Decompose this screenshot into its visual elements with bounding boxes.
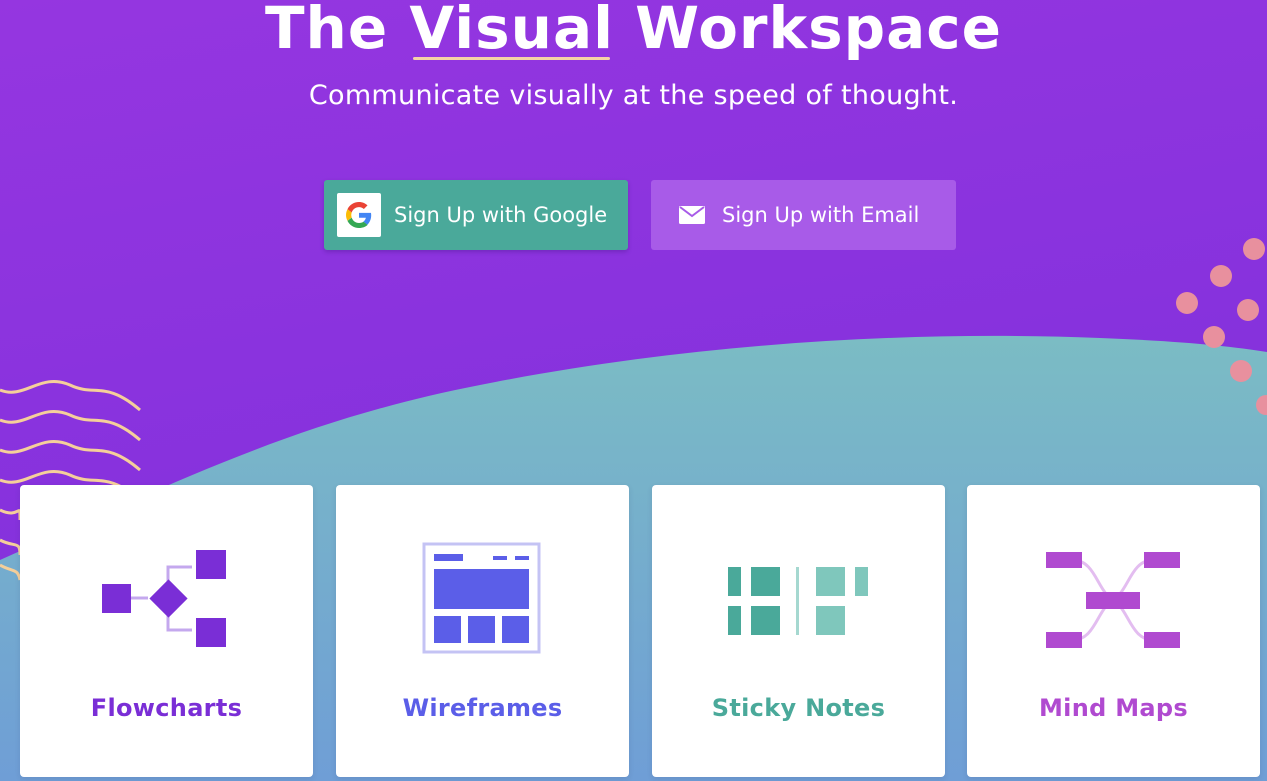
sign-up-email-button[interactable]: Sign Up with Email [651,180,956,250]
card-label: Sticky Notes [711,694,886,722]
title-suffix: Workspace [613,0,1002,62]
google-icon [337,193,381,237]
sign-up-google-button[interactable]: Sign Up with Google [324,180,628,250]
card-label: Flowcharts [90,694,243,722]
envelope-icon [679,206,705,224]
flowchart-icon [102,550,226,647]
title-prefix: The [264,0,410,62]
card-sticky-notes[interactable]: Sticky Notes [652,485,945,777]
mind-map-icon [1046,552,1180,648]
card-label: Mind Maps [1039,694,1188,722]
wireframe-icon [422,542,541,654]
title-highlight: Visual [409,0,614,62]
card-wireframes[interactable]: Wireframes [336,485,629,777]
page-title: The Visual Workspace [0,0,1267,62]
card-mind-maps[interactable]: Mind Maps [967,485,1260,777]
google-button-label: Sign Up with Google [394,203,608,227]
card-label: Wireframes [402,694,563,722]
email-button-label: Sign Up with Email [722,203,920,227]
sticky-notes-icon [728,567,868,635]
page-subtitle: Communicate visually at the speed of tho… [308,80,959,111]
card-flowcharts[interactable]: Flowcharts [20,485,313,777]
landing-page: The Visual Workspace Communicate visuall… [0,0,1267,781]
